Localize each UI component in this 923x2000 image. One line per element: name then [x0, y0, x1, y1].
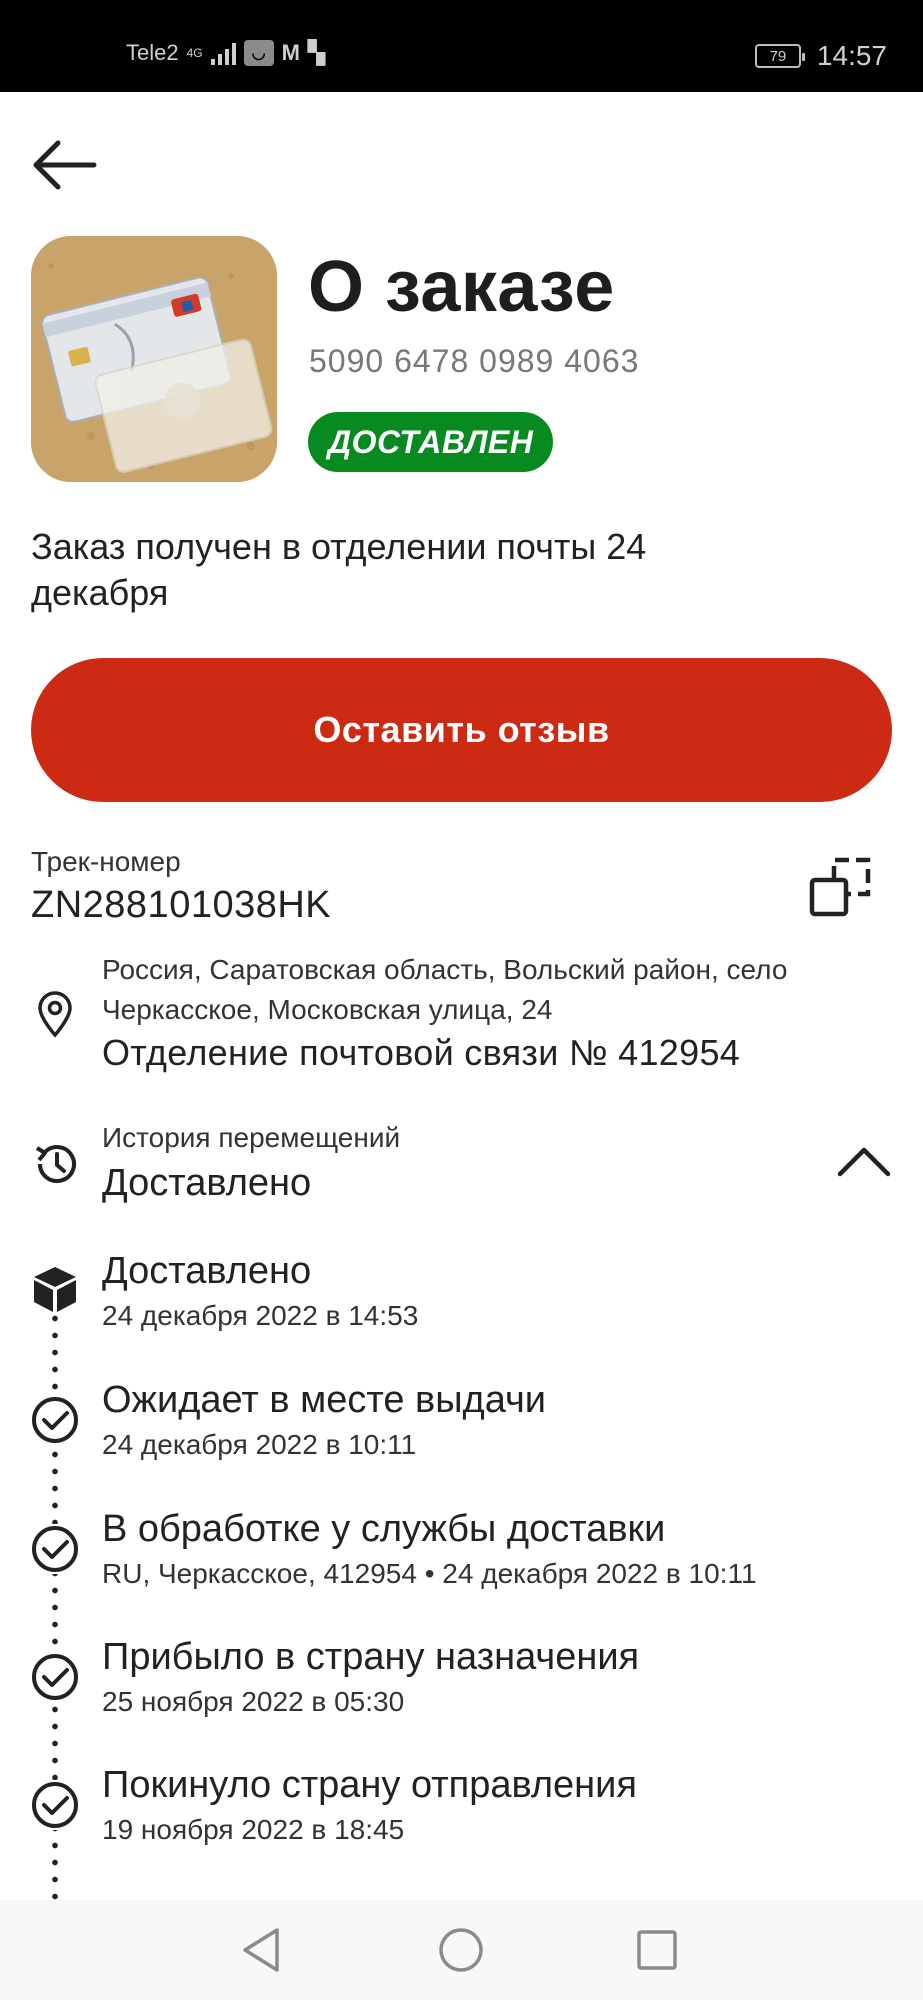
chevron-up-icon[interactable]	[836, 1142, 892, 1178]
event-date: 24 декабря 2022 в 14:53	[102, 1300, 419, 1331]
event-title: Покинуло страну отправления	[102, 1764, 637, 1806]
history-event: Доставлено 24 декабря 2022 в 14:53	[0, 1250, 923, 1360]
event-title: Доставлено	[102, 1250, 312, 1292]
tracking-label: Трек-номер	[31, 846, 181, 877]
history-event: Покинуло страну отправления 19 ноября 20…	[0, 1764, 923, 1874]
nav-home-icon[interactable]	[433, 1922, 489, 1978]
check-circle-icon	[30, 1395, 80, 1445]
delivery-address: Россия, Саратовская область, Вольский ра…	[102, 954, 788, 1025]
copy-icon[interactable]	[808, 854, 874, 920]
order-number: 5090 6478 0989 4063	[309, 343, 640, 379]
card-holder-image	[31, 236, 277, 482]
history-event: В обработке у службы доставки RU, Черкас…	[0, 1508, 923, 1618]
qr-app-icon: ▚	[307, 40, 325, 65]
order-received-text: Заказ получен в отделении почты 24 декаб…	[31, 526, 647, 613]
check-circle-icon	[30, 1652, 80, 1702]
leave-review-button[interactable]: Оставить отзыв	[31, 658, 892, 802]
history-label: История перемещений	[102, 1122, 401, 1153]
page-title: О заказе	[308, 247, 615, 327]
history-event: Прибыло в страну назначения 25 ноября 20…	[0, 1636, 923, 1746]
event-date: 24 декабря 2022 в 10:11	[102, 1429, 417, 1460]
post-office-name: Отделение почтовой связи № 412954	[102, 1032, 741, 1073]
event-title: Прибыло в страну назначения	[102, 1636, 640, 1678]
clock: 14:57	[816, 40, 887, 71]
event-date: 25 ноября 2022 в 05:30	[102, 1686, 405, 1717]
box-icon	[30, 1264, 80, 1314]
history-event: Ожидает в месте выдачи 24 декабря 2022 в…	[0, 1379, 923, 1489]
check-circle-icon	[30, 1780, 80, 1830]
history-icon	[35, 1145, 76, 1184]
battery-level: 79	[769, 47, 787, 65]
system-nav-bar	[0, 1900, 923, 2000]
status-badge: ДОСТАВЛЕН	[308, 412, 554, 472]
event-date: 19 ноября 2022 в 18:45	[102, 1814, 405, 1845]
nav-back-icon[interactable]	[235, 1922, 291, 1978]
notification-app-icon: ◡	[243, 40, 274, 66]
product-thumbnail	[31, 236, 277, 482]
history-current-status: Доставлено	[102, 1162, 312, 1204]
event-title: Ожидает в месте выдачи	[102, 1379, 547, 1421]
back-arrow-icon[interactable]	[32, 138, 98, 192]
status-bar-left: Tele2 4G ◡ M ▚	[126, 40, 325, 66]
tracking-number[interactable]: ZN288101038HK	[31, 884, 331, 927]
carrier-name: Tele2	[126, 40, 179, 65]
event-title: В обработке у службы доставки	[102, 1508, 666, 1550]
battery-icon: 79	[754, 44, 805, 68]
check-circle-icon	[30, 1524, 80, 1574]
signal-icon	[210, 41, 236, 65]
nav-recents-icon[interactable]	[629, 1922, 685, 1978]
network-type: 4G	[186, 46, 203, 60]
status-bar: Tele2 4G ◡ M ▚ 79 14:57	[0, 0, 923, 92]
location-pin-icon	[38, 991, 72, 1038]
event-location-date: RU, Черкасское, 412954 • 24 декабря 2022…	[102, 1558, 757, 1589]
status-bar-right: 79 14:57	[754, 40, 887, 72]
mail-icon: M	[281, 40, 300, 65]
